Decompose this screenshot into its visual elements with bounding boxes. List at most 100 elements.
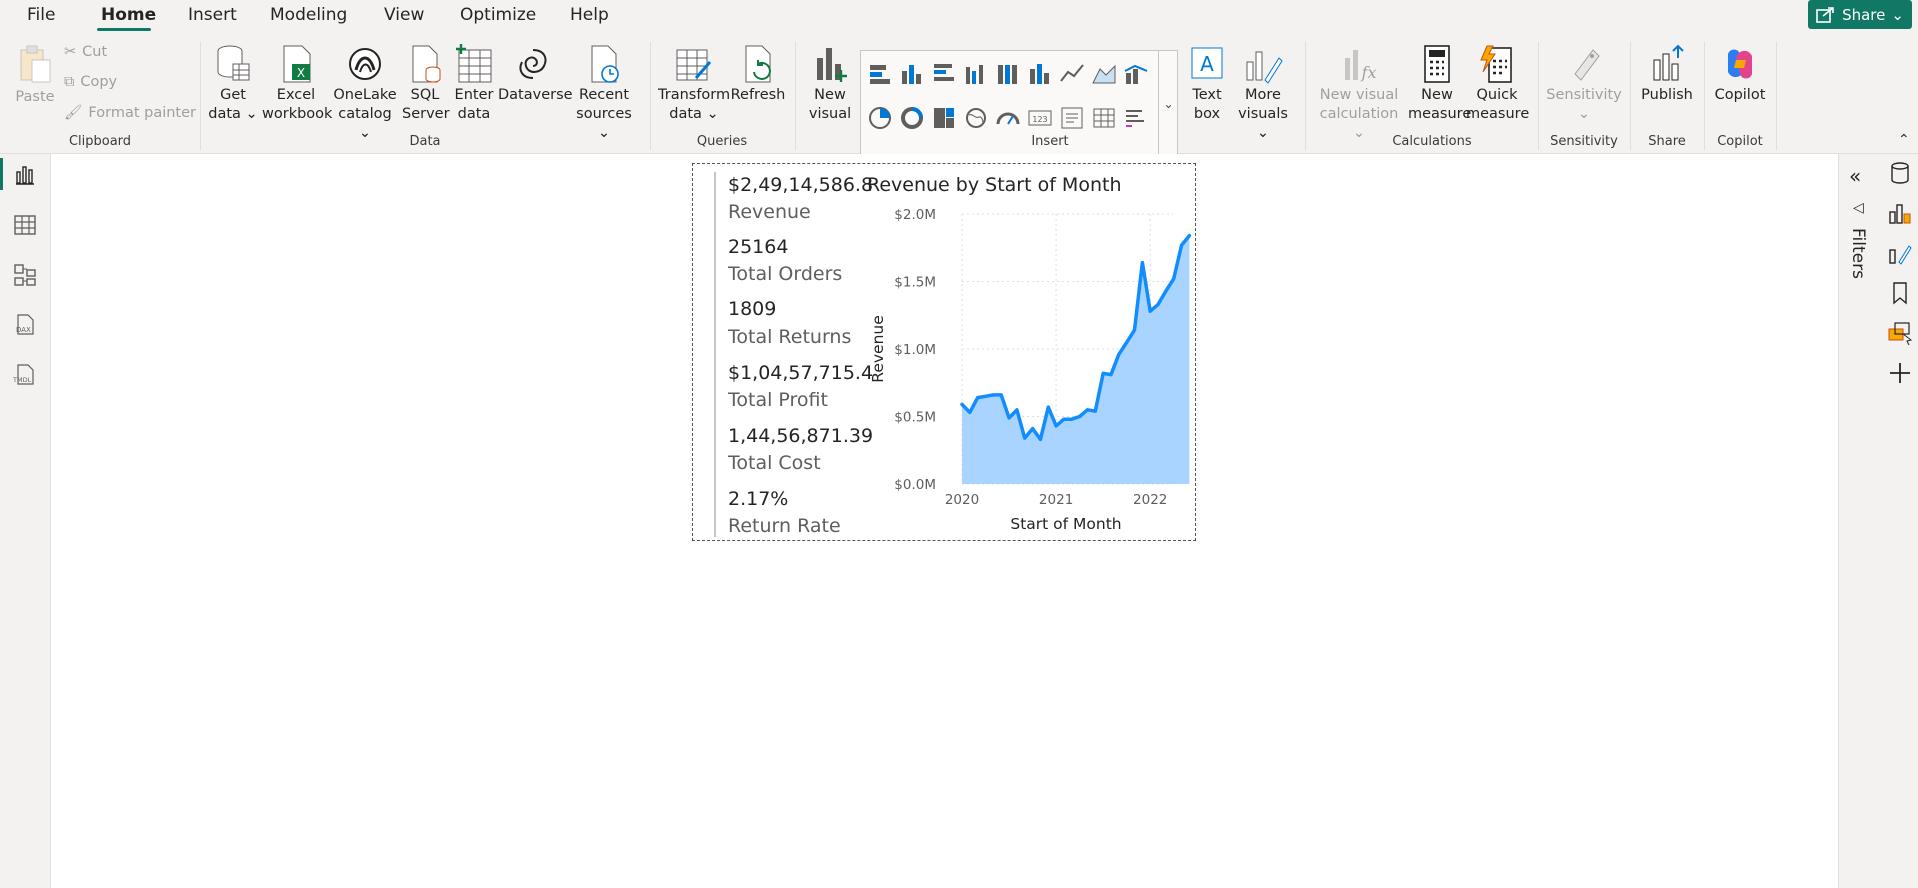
kpi-cost-label: Total Cost	[728, 452, 821, 474]
ribbon-separator	[795, 42, 796, 150]
table-view-icon[interactable]	[12, 212, 38, 238]
new-visual-label-1: New	[814, 87, 846, 103]
ribbon-separator	[1305, 42, 1306, 150]
build-visual-icon[interactable]	[1887, 200, 1913, 226]
refresh-button[interactable]: Refresh	[730, 44, 786, 105]
line-column-chart-icon[interactable]	[1123, 61, 1149, 87]
menu-file[interactable]: File	[27, 5, 55, 25]
new-visual-icon	[817, 48, 847, 82]
recent-sources-icon	[591, 45, 619, 83]
model-view-icon[interactable]	[12, 262, 38, 288]
sql-server-button[interactable]: SQL Server	[402, 44, 450, 124]
kpi-returns-value: 1809	[728, 298, 777, 320]
dataverse-button[interactable]: Dataverse	[498, 44, 573, 105]
kpi-cost-value: 1,44,56,871.39	[728, 425, 874, 447]
menu-view[interactable]: View	[384, 5, 424, 25]
text-box-button[interactable]: A Text box	[1186, 44, 1228, 124]
sql-server-icon	[412, 45, 441, 83]
onelake-catalog-button[interactable]: OneLake catalog ⌄	[332, 44, 398, 143]
paste-button[interactable]: Paste	[12, 44, 58, 107]
gauge-icon[interactable]	[995, 105, 1021, 131]
menu-help[interactable]: Help	[570, 5, 609, 25]
tmdl-view-icon[interactable]: TMDL	[12, 362, 38, 388]
format-painter-button[interactable]: 🖌 Format painter	[64, 104, 196, 122]
group-label-calculations: Calculations	[1392, 134, 1472, 149]
cut-button[interactable]: ✂ Cut	[64, 44, 107, 60]
transform-data-button[interactable]: Transform data ⌄	[658, 44, 730, 124]
onelake-label-1: OneLake	[333, 87, 397, 103]
excel-icon: X	[283, 45, 311, 83]
table-visual-icon[interactable]	[1091, 105, 1117, 131]
enter-data-button[interactable]: Enter data	[452, 44, 496, 124]
quick-measure-label-2: measure	[1466, 106, 1530, 122]
get-data-button[interactable]: Get data ⌄	[208, 44, 258, 124]
quick-measure-button[interactable]: Quick measure	[1466, 44, 1530, 124]
gallery-expand-button[interactable]: ⌄	[1158, 50, 1178, 158]
multi-row-card-icon[interactable]	[1059, 105, 1085, 131]
new-visual-button[interactable]: New visual	[804, 44, 856, 124]
new-visual-calculation-button[interactable]: fx New visual calculation ⌄	[1312, 44, 1406, 143]
filters-pane-toggle[interactable]: Filters	[1848, 228, 1868, 279]
expand-pane-icon[interactable]: «	[1849, 164, 1861, 188]
group-label-queries: Queries	[696, 134, 748, 149]
new-measure-button[interactable]: New measure	[1408, 44, 1471, 124]
paste-label: Paste	[15, 89, 55, 105]
collapse-ribbon-button[interactable]: ⌃	[1898, 132, 1910, 148]
quick-measure-label-1: Quick	[1476, 87, 1518, 103]
copilot-label: Copilot	[1714, 87, 1766, 103]
format-visual-icon[interactable]	[1887, 240, 1913, 266]
excel-workbook-button[interactable]: X Excel workbook	[262, 44, 332, 124]
svg-text:A: A	[1200, 52, 1214, 76]
menu-optimize[interactable]: Optimize	[460, 5, 536, 25]
more-visuals-label-2: visuals ⌄	[1238, 106, 1288, 141]
ribbon-separator	[1776, 42, 1777, 150]
sensitivity-button-label: Sensitivity	[1546, 87, 1622, 103]
share-button[interactable]: Share ⌄	[1808, 0, 1912, 29]
clustered-bar-chart-icon[interactable]	[931, 61, 957, 87]
group-label-sensitivity: Sensitivity	[1550, 134, 1618, 149]
group-label-share: Share	[1648, 134, 1686, 149]
text-box-icon: A	[1191, 47, 1223, 79]
share-icon	[1816, 6, 1834, 23]
visual-calculation-icon: fx	[1345, 50, 1376, 82]
kpi-orders-label: Total Orders	[728, 263, 843, 285]
add-pane-icon[interactable]	[1887, 360, 1913, 386]
treemap-icon[interactable]	[931, 105, 957, 131]
more-visuals-button[interactable]: More visuals ⌄	[1234, 44, 1292, 143]
area-chart-icon[interactable]	[1091, 61, 1117, 87]
dax-query-view-icon[interactable]: DAX	[12, 312, 38, 338]
line-chart-icon[interactable]	[1059, 61, 1085, 87]
stacked-100-column-icon[interactable]	[995, 61, 1021, 87]
dataverse-icon	[519, 49, 547, 79]
menu-insert[interactable]: Insert	[188, 5, 237, 25]
kpi-revenue-label: Revenue	[728, 201, 811, 223]
database-icon	[217, 45, 250, 81]
sensitivity-button[interactable]: Sensitivity ⌄	[1546, 44, 1622, 124]
stacked-bar-chart-icon[interactable]	[867, 61, 893, 87]
card-icon[interactable]: 123	[1027, 105, 1053, 131]
copilot-button[interactable]: Copilot	[1710, 44, 1770, 105]
sensitivity-label-icon	[1574, 49, 1600, 81]
clustered-column-chart-icon[interactable]	[963, 61, 989, 87]
kpi-profit-label: Total Profit	[728, 389, 828, 411]
more-visuals-icon	[1246, 51, 1283, 84]
donut-chart-icon[interactable]	[899, 105, 925, 131]
recent-sources-button[interactable]: Recent sources ⌄	[570, 44, 638, 143]
pie-chart-icon[interactable]	[867, 105, 893, 131]
selection-pane-icon[interactable]	[1887, 320, 1913, 346]
map-icon[interactable]	[963, 105, 989, 131]
recent-label-1: Recent	[578, 87, 630, 103]
publish-button[interactable]: Publish	[1638, 44, 1696, 105]
narrative-icon[interactable]	[1123, 105, 1149, 131]
menu-home[interactable]: Home	[101, 5, 156, 25]
column-clustered-alt-icon[interactable]	[1027, 61, 1053, 87]
data-pane-icon[interactable]	[1887, 160, 1913, 186]
report-view-icon[interactable]	[12, 162, 38, 188]
paste-icon	[20, 45, 51, 83]
copy-button[interactable]: ⧉ Copy	[64, 74, 117, 90]
onelake-icon	[349, 48, 381, 80]
ribbon-separator	[200, 42, 201, 150]
bookmark-icon[interactable]	[1887, 280, 1913, 306]
stacked-column-chart-icon[interactable]	[899, 61, 925, 87]
menu-modeling[interactable]: Modeling	[270, 5, 347, 25]
